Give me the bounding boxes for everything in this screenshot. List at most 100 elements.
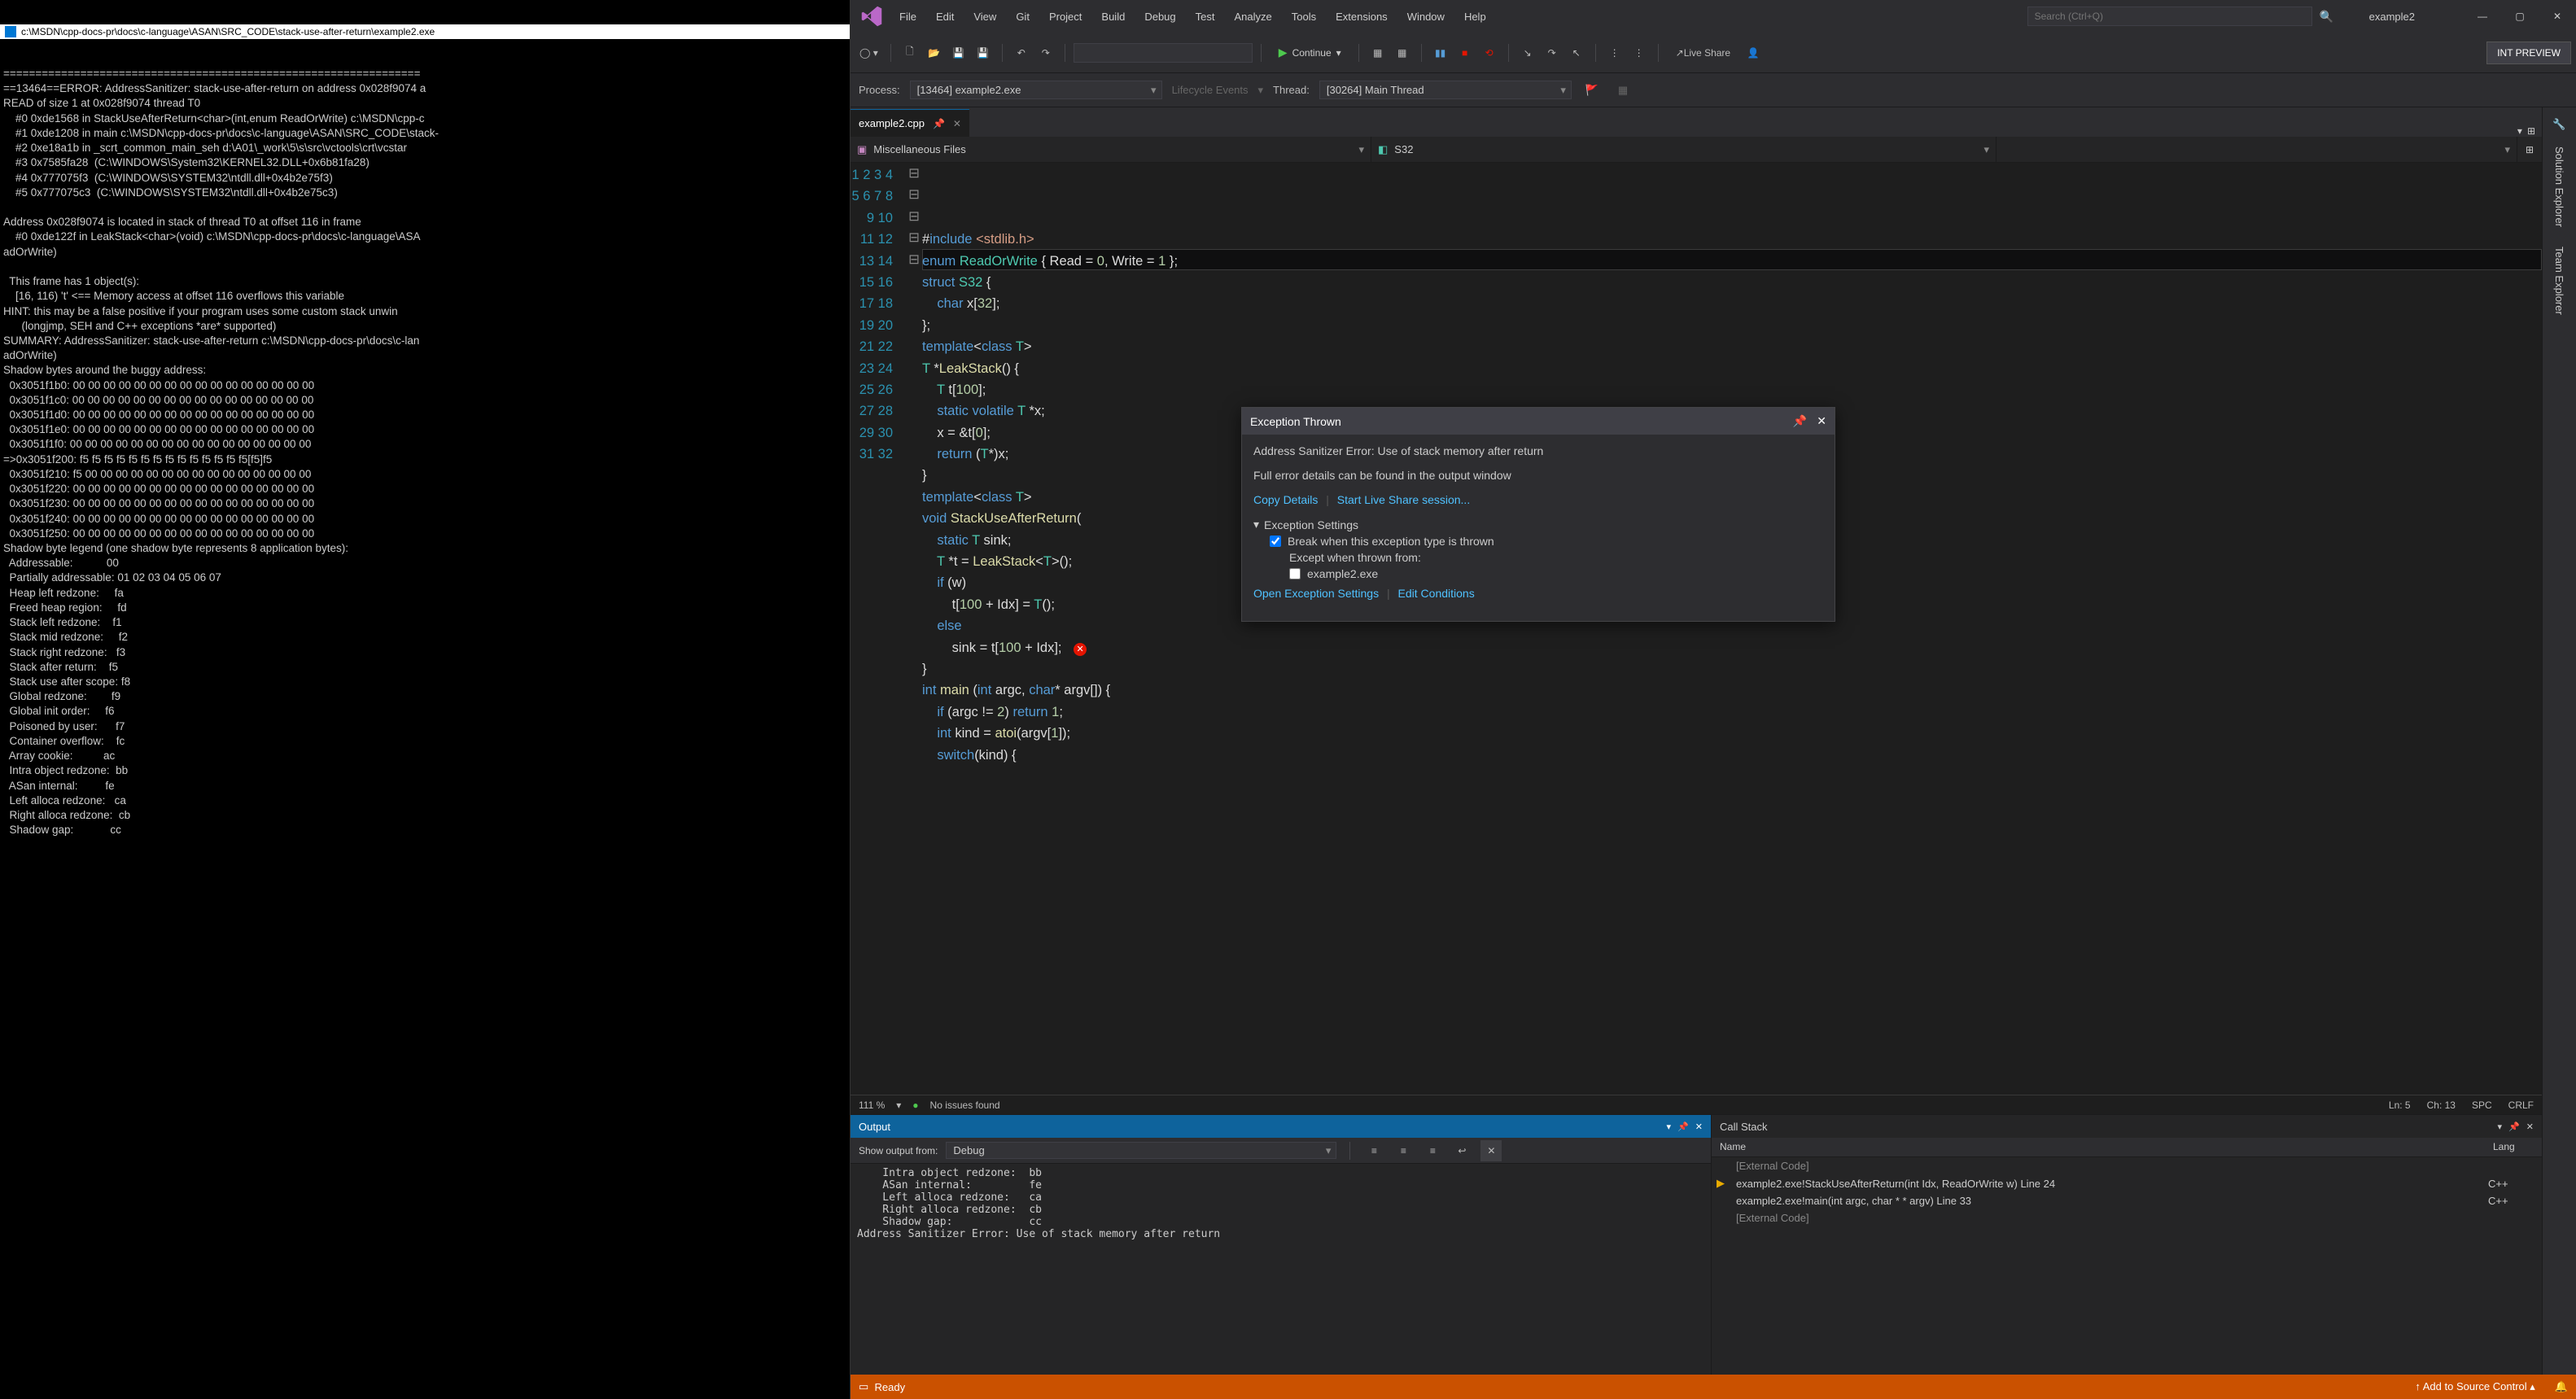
member-dropdown[interactable] (1997, 137, 2517, 162)
copy-details-link[interactable]: Copy Details (1253, 493, 1318, 506)
break-checkbox[interactable]: Break when this exception type is thrown (1270, 535, 1823, 548)
pin-icon[interactable]: 📌 (933, 118, 945, 129)
dropdown-icon[interactable]: ▾ (2498, 1121, 2503, 1132)
output-clear-button[interactable]: ✕ (1480, 1140, 1502, 1161)
callstack-row[interactable]: ▶example2.exe!StackUseAfterReturn(int Id… (1712, 1174, 2542, 1192)
tool-button[interactable]: ⋮ (1604, 42, 1625, 63)
process-dropdown[interactable]: [13464] example2.exe (910, 81, 1162, 99)
pause-button[interactable]: ▮▮ (1430, 42, 1451, 63)
console-titlebar[interactable]: c:\MSDN\cpp-docs-pr\docs\c-language\ASAN… (0, 24, 850, 39)
nav-back-button[interactable]: ◯ ▾ (855, 42, 882, 63)
close-icon[interactable]: ✕ (2526, 1121, 2534, 1132)
callstack-rows[interactable]: [External Code]▶example2.exe!StackUseAft… (1712, 1157, 2542, 1375)
debug-windows-button-2[interactable]: ▦ (1392, 42, 1413, 63)
menu-project[interactable]: Project (1039, 2, 1091, 31)
col-indicator: Ch: 13 (2427, 1100, 2456, 1111)
menu-debug[interactable]: Debug (1135, 2, 1185, 31)
tool-button-2[interactable]: ⋮ (1629, 42, 1650, 63)
stop-button[interactable]: ■ (1454, 42, 1476, 63)
menu-extensions[interactable]: Extensions (1326, 2, 1397, 31)
search-input[interactable] (2027, 7, 2312, 26)
output-tool-3[interactable]: ≡ (1422, 1140, 1443, 1161)
output-wrap-button[interactable]: ↩ (1451, 1140, 1472, 1161)
fold-gutter[interactable]: ⊟ ⊟ ⊟ ⊟ ⊟ (906, 163, 922, 1095)
output-text[interactable]: Intra object redzone: bb ASan internal: … (851, 1164, 1711, 1375)
feedback-button[interactable]: 👤 (1743, 42, 1764, 63)
output-source-dropdown[interactable]: Debug (946, 1142, 1336, 1159)
maximize-button[interactable]: ▢ (2501, 4, 2539, 28)
menu-view[interactable]: View (964, 2, 1006, 31)
output-tool-1[interactable]: ≡ (1363, 1140, 1384, 1161)
menu-file[interactable]: File (890, 2, 926, 31)
type-dropdown[interactable]: ◧S32 (1371, 137, 1997, 162)
minimize-button[interactable]: — (2464, 4, 2501, 28)
scope-dropdown[interactable]: ▣Miscellaneous Files (851, 137, 1371, 162)
module-checkbox-input[interactable] (1289, 568, 1301, 579)
col-name[interactable]: Name (1712, 1138, 2485, 1156)
menu-window[interactable]: Window (1397, 2, 1454, 31)
pin-icon[interactable]: 📌 (2508, 1121, 2520, 1132)
menu-tools[interactable]: Tools (1282, 2, 1326, 31)
new-button[interactable]: 🗋 (899, 42, 921, 63)
open-exception-settings-link[interactable]: Open Exception Settings (1253, 587, 1379, 600)
save-all-button[interactable]: 💾 (973, 42, 994, 63)
close-icon[interactable]: ✕ (953, 118, 961, 129)
menu-build[interactable]: Build (1091, 2, 1135, 31)
close-button[interactable]: ✕ (2539, 4, 2576, 28)
step-into-button[interactable]: ↘ (1517, 42, 1538, 63)
step-out-button[interactable]: ↖ (1566, 42, 1587, 63)
menu-help[interactable]: Help (1454, 2, 1496, 31)
save-button[interactable]: 💾 (948, 42, 969, 63)
code-editor[interactable]: 1 2 3 4 5 6 7 8 9 10 11 12 13 14 15 16 1… (851, 163, 2542, 1095)
code-content[interactable]: #include <stdlib.h>enum ReadOrWrite { Re… (922, 163, 2542, 1095)
menu-git[interactable]: Git (1006, 2, 1039, 31)
edit-conditions-link[interactable]: Edit Conditions (1398, 587, 1475, 600)
menu-edit[interactable]: Edit (926, 2, 964, 31)
flag-button[interactable]: 🚩 (1581, 80, 1603, 101)
split-button[interactable]: ⊞ (2517, 137, 2542, 162)
module-checkbox[interactable]: example2.exe (1289, 567, 1823, 580)
file-tab-example2[interactable]: example2.cpp 📌 ✕ (851, 109, 969, 137)
solution-explorer-tab[interactable]: Solution Explorer (2550, 138, 2569, 235)
undo-button[interactable]: ↶ (1011, 42, 1032, 63)
solution-explorer-icon[interactable]: ⊞ (2527, 125, 2535, 137)
callstack-columns: Name Lang (1712, 1138, 2542, 1157)
add-source-control[interactable]: ↑ Add to Source Control ▴ (2415, 1380, 2534, 1393)
callstack-row[interactable]: [External Code] (1712, 1157, 2542, 1174)
team-explorer-tab[interactable]: Team Explorer (2550, 238, 2569, 323)
liveshare-button[interactable]: ↗ Live Share (1667, 42, 1739, 63)
config-dropdown[interactable] (1074, 43, 1253, 63)
restart-button[interactable]: ⟲ (1479, 42, 1500, 63)
properties-button[interactable]: 🔧 (2548, 114, 2569, 135)
search-icon[interactable]: 🔍 (2317, 10, 2337, 24)
debug-windows-button[interactable]: ▦ (1367, 42, 1389, 63)
output-tool-2[interactable]: ≡ (1393, 1140, 1414, 1161)
redo-button[interactable]: ↷ (1035, 42, 1056, 63)
callstack-row[interactable]: example2.exe!main(int argc, char * * arg… (1712, 1192, 2542, 1209)
menu-test[interactable]: Test (1186, 2, 1225, 31)
thread-dropdown[interactable]: [30264] Main Thread (1319, 81, 1572, 99)
callstack-panel-title[interactable]: Call Stack ▾ 📌 ✕ (1712, 1115, 2542, 1138)
close-icon[interactable]: ✕ (1695, 1121, 1703, 1132)
error-glyph[interactable]: ✕ (1074, 643, 1087, 656)
step-over-button[interactable]: ↷ (1542, 42, 1563, 63)
console-output[interactable]: ========================================… (0, 63, 850, 841)
break-checkbox-input[interactable] (1270, 536, 1281, 547)
callstack-row[interactable]: [External Code] (1712, 1209, 2542, 1226)
dropdown-icon[interactable]: ▾ (1667, 1121, 1672, 1132)
menu-analyze[interactable]: Analyze (1224, 2, 1281, 31)
pin-icon[interactable]: 📌 (1677, 1121, 1689, 1132)
continue-button[interactable]: ▶ Continue ▾ (1270, 42, 1350, 63)
col-lang[interactable]: Lang (2485, 1138, 2542, 1156)
pin-icon[interactable]: 📌 (1793, 414, 1807, 428)
close-icon[interactable]: ✕ (1817, 414, 1826, 428)
stack-frame-button[interactable]: ▦ (1612, 80, 1634, 101)
open-button[interactable]: 📂 (924, 42, 945, 63)
output-panel-title[interactable]: Output ▾ 📌 ✕ (851, 1115, 1711, 1138)
tab-dropdown-icon[interactable]: ▾ (2517, 125, 2522, 137)
liveshare-link[interactable]: Start Live Share session... (1337, 493, 1470, 506)
notifications-icon[interactable]: 🔔 (2555, 1380, 2568, 1393)
zoom-level[interactable]: 111 % (859, 1100, 885, 1111)
exception-settings-expander[interactable]: ▾ Exception Settings (1253, 518, 1823, 531)
exception-header[interactable]: Exception Thrown 📌 ✕ (1242, 408, 1835, 435)
